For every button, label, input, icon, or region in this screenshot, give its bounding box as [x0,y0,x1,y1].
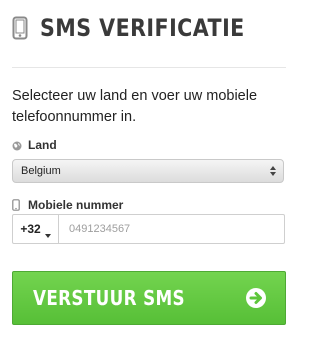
country-select[interactable]: Belgium [12,159,284,183]
mobile-number-group: +32 [12,214,285,244]
mobile-label-text: Mobiele nummer [28,198,124,212]
phone-icon [12,16,28,40]
mobile-label: Mobiele nummer [12,198,123,212]
arrow-right-circle-icon [245,287,267,309]
chevron-down-icon [44,227,51,238]
intro-text: Selecteer uw land en voer uw mobiele tel… [12,88,258,125]
country-code-value: +32 [20,222,41,236]
divider [12,67,286,68]
country-selected-value: Belgium [21,165,61,177]
send-sms-label: VERSTUUR SMS [33,286,186,310]
country-code-dropdown[interactable]: +32 [13,215,59,243]
send-sms-button[interactable]: VERSTUUR SMS [12,271,286,325]
page-title: SMS VERIFICATIE [40,14,245,42]
globe-icon [12,140,22,151]
select-arrows-icon [269,165,277,177]
phone-icon [12,199,20,211]
mobile-number-input[interactable] [59,215,284,243]
page-header: SMS VERIFICATIE [12,12,290,44]
country-label: Land [12,138,57,152]
country-label-text: Land [28,138,57,152]
